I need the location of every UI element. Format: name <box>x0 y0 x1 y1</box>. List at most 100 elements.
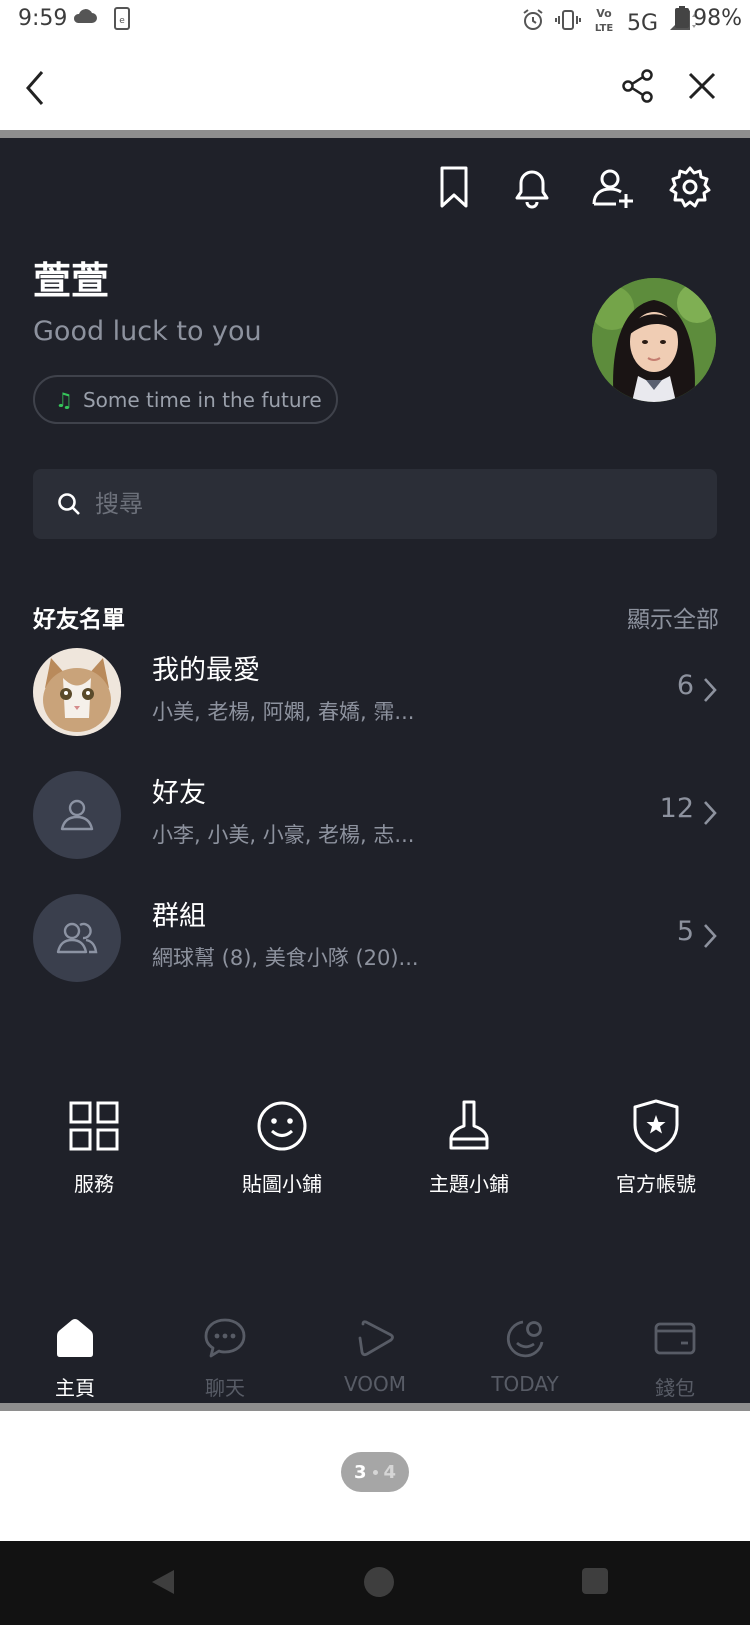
grid-icon <box>69 1101 119 1151</box>
frame-divider-bottom <box>0 1403 750 1411</box>
system-back-icon[interactable] <box>148 1567 178 1597</box>
close-button[interactable] <box>684 68 720 104</box>
page-indicator: 3 4 <box>341 1452 409 1492</box>
search-bar[interactable] <box>33 469 717 539</box>
system-recents-icon[interactable] <box>582 1568 608 1594</box>
tab-voom[interactable]: VOOM <box>300 1316 450 1396</box>
chevron-right-icon <box>704 924 717 948</box>
home-icon <box>57 1319 93 1357</box>
status-time: 9:59 <box>18 6 68 31</box>
close-icon <box>688 72 716 100</box>
friends-row[interactable]: 好友 小李, 小美, 小豪, 老楊, 志... 12 <box>0 765 750 865</box>
tab-voom-label: VOOM <box>343 1372 407 1396</box>
friends-title: 好友 <box>152 778 206 809</box>
vibrate-icon <box>554 8 581 38</box>
brush-icon <box>449 1100 489 1150</box>
system-home-icon[interactable] <box>364 1567 394 1597</box>
svg-text:Vo: Vo <box>596 7 612 20</box>
battery-indicator: 98% <box>675 6 742 31</box>
profile-avatar[interactable] <box>592 278 716 402</box>
cloud-icon <box>72 6 98 32</box>
volte-icon: Vo LTE <box>591 6 617 40</box>
groups-row[interactable]: 群組 網球幫 (8), 美食小隊 (20)... 5 <box>0 888 750 988</box>
battery-percent: 98% <box>693 6 742 31</box>
gear-icon <box>669 166 711 208</box>
groups-members: 網球幫 (8), 美食小隊 (20)... <box>152 946 419 970</box>
tab-today-label: TODAY <box>491 1372 559 1396</box>
favorites-members: 小美, 老楊, 阿嫻, 春嬌, 霈... <box>152 700 415 724</box>
favorites-row[interactable]: 我的最愛 小美, 老楊, 阿嫻, 春嬌, 霈... 6 <box>0 642 750 742</box>
settings-button[interactable] <box>667 164 713 210</box>
frame-divider-top <box>0 130 750 138</box>
status-bar: 9:59 e Vo LTE 5G 98% <box>0 0 750 40</box>
person-icon <box>60 799 94 831</box>
tab-today[interactable]: TODAY <box>450 1316 600 1396</box>
theme-shop-button[interactable]: 主題小鋪 <box>375 1096 563 1197</box>
smiley-icon <box>257 1101 307 1151</box>
favorites-title: 我的最愛 <box>152 655 260 686</box>
profile-music-title: Some time in the future <box>82 387 322 412</box>
tab-home-label: 主頁 <box>55 1376 95 1400</box>
profile-music-button[interactable]: ♫ Some time in the future <box>33 375 338 424</box>
friends-section-title: 好友名單 <box>33 607 125 633</box>
profile-photo <box>592 278 716 402</box>
share-button[interactable] <box>620 68 656 104</box>
page-current: 3 <box>353 1461 367 1483</box>
services-label: 服務 <box>74 1172 114 1196</box>
today-icon <box>506 1320 544 1358</box>
header-icons <box>0 164 750 214</box>
tab-home[interactable]: 主頁 <box>0 1316 150 1401</box>
groups-count: 5 <box>676 916 694 947</box>
cat-photo <box>33 648 121 736</box>
chat-icon <box>204 1318 246 1358</box>
system-navigation-bar <box>0 1541 750 1625</box>
shield-star-icon <box>633 1099 679 1153</box>
favorites-count: 6 <box>676 670 694 701</box>
page-separator-dot <box>372 1469 378 1475</box>
back-button[interactable] <box>20 68 56 108</box>
friends-members: 小李, 小美, 小豪, 老楊, 志... <box>152 823 415 847</box>
tab-chat[interactable]: 聊天 <box>150 1316 300 1401</box>
friends-count: 12 <box>659 793 694 824</box>
notification-button[interactable] <box>509 164 555 210</box>
theme-shop-label: 主題小鋪 <box>429 1172 509 1196</box>
favorites-avatar <box>33 648 121 736</box>
voom-icon <box>358 1320 394 1357</box>
friends-avatar <box>33 771 121 859</box>
status-message[interactable]: Good luck to you <box>33 316 262 347</box>
chevron-right-icon <box>704 678 717 702</box>
tab-chat-label: 聊天 <box>205 1376 245 1400</box>
svg-text:e: e <box>119 16 125 26</box>
tab-wallet[interactable]: 錢包 <box>600 1316 750 1401</box>
battery-icon <box>675 6 690 28</box>
share-icon <box>622 69 653 103</box>
official-accounts-label: 官方帳號 <box>616 1172 696 1196</box>
official-accounts-button[interactable]: 官方帳號 <box>562 1096 750 1197</box>
bookmark-icon <box>440 166 468 208</box>
chevron-right-icon <box>704 801 717 825</box>
search-input[interactable] <box>95 490 655 518</box>
top-navigation <box>0 40 750 130</box>
bell-icon <box>515 170 549 209</box>
alarm-icon <box>521 8 545 38</box>
services-button[interactable]: 服務 <box>0 1096 188 1197</box>
groups-avatar <box>33 894 121 982</box>
add-friend-icon <box>592 169 633 208</box>
svg-text:LTE: LTE <box>595 23 614 34</box>
network-label: 5G <box>626 10 658 36</box>
tab-wallet-label: 錢包 <box>655 1376 695 1400</box>
music-note-icon: ♫ <box>55 387 73 412</box>
groups-title: 群組 <box>152 901 206 932</box>
back-arrow-icon <box>26 71 44 105</box>
wallet-icon <box>654 1322 696 1355</box>
sticker-shop-label: 貼圖小鋪 <box>242 1172 322 1196</box>
sim-icon: e <box>113 7 131 37</box>
sticker-shop-button[interactable]: 貼圖小鋪 <box>188 1096 376 1197</box>
page-total: 4 <box>383 1461 397 1483</box>
profile-name[interactable]: 萱萱 <box>33 250 109 305</box>
bookmark-button[interactable] <box>431 164 477 210</box>
search-icon <box>58 493 80 515</box>
group-icon <box>56 922 98 954</box>
show-all-link[interactable]: 顯示全部 <box>627 600 719 634</box>
add-friend-button[interactable] <box>590 164 636 210</box>
